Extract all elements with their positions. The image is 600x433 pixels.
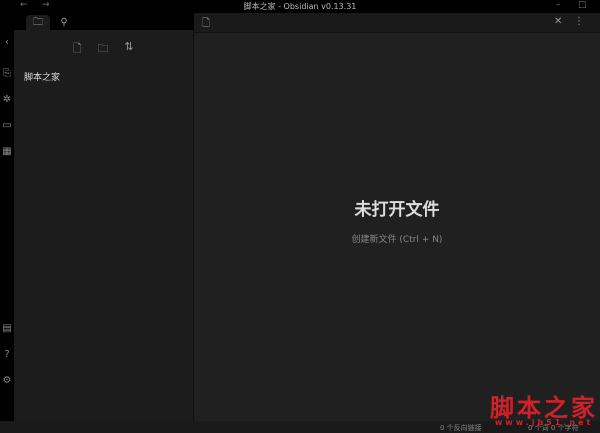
new-note-icon[interactable]: 🗋 [70,40,84,55]
settings-icon[interactable]: ⚙ [1,375,13,387]
more-options-button[interactable]: ⋮ [574,16,584,27]
vault-icon[interactable]: ▤ [1,323,13,335]
create-new-file-link[interactable]: 创建新文件 (Ctrl + N) [194,232,600,245]
sidebar-tabs: 🗀 ⚲ [14,13,194,30]
close-button[interactable]: ✕ [554,16,562,27]
open-today-icon[interactable]: ▭ [1,120,13,132]
editor-pane: 🗋 ✕ ⋮ 未打开文件 创建新文件 (Ctrl + N) [194,13,600,421]
empty-state-title: 未打开文件 [354,200,440,220]
sort-icon[interactable]: ⇅ [122,40,136,54]
maximize-button[interactable]: □ [578,0,587,10]
file-explorer-tab[interactable]: 🗀 [26,15,50,30]
title-bar: ← → 脚本之家 - Obsidian v0.13.31 – □ [0,0,600,13]
pane-header: 🗋 ✕ ⋮ [194,13,600,33]
new-folder-icon[interactable]: 🗀 [96,40,110,55]
window-title: 脚本之家 - Obsidian v0.13.31 [243,2,357,11]
watermark-url: www.jb51.net [495,418,594,427]
backlinks-count: 0 个反向链接 [440,424,482,432]
collapse-icon[interactable]: ‹ [1,37,13,49]
graph-view-icon[interactable]: ✲ [1,94,13,106]
file-icon: 🗋 [202,18,211,29]
search-tab[interactable]: ⚲ [52,15,76,30]
ribbon: ‹ ⎘ ✲ ▭ ▦ ▤ ? ⚙ [0,13,14,421]
templates-icon[interactable]: ▦ [1,146,13,158]
minimize-button[interactable]: – [556,0,561,10]
open-quick-switcher-icon[interactable]: ⎘ [1,68,13,80]
help-icon[interactable]: ? [1,349,13,361]
file-explorer: 🗋 🗀 ⇅ 脚本之家 [14,30,194,421]
file-item[interactable]: 脚本之家 [24,70,60,83]
